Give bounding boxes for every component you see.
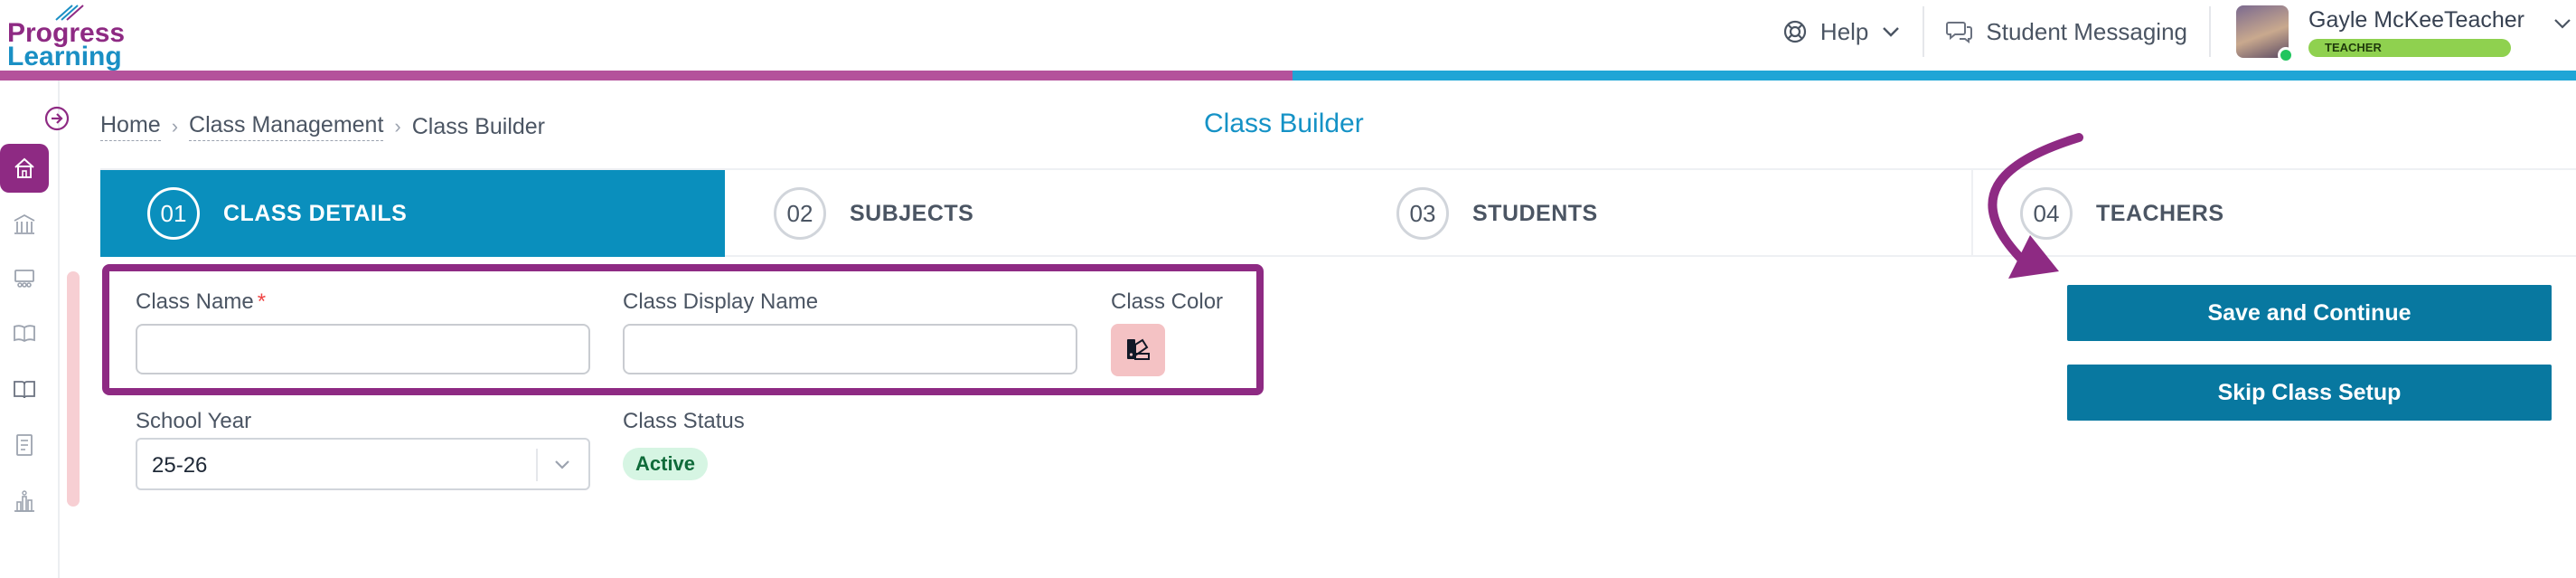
brand-bar-blue: [1293, 71, 2576, 81]
breadcrumb: Home › Class Management › Class Builder: [100, 112, 545, 141]
brand-bar-purple: [0, 71, 1293, 81]
step-number: 02: [774, 187, 826, 240]
class-color-label: Class Color: [1111, 289, 1224, 314]
book-icon: [14, 381, 35, 399]
step-label: CLASS DETAILS: [223, 200, 408, 226]
class-name-input[interactable]: [136, 324, 590, 374]
logo-text-learning: Learning: [7, 42, 122, 71]
school-year-value: 25-26: [152, 453, 208, 478]
role-badge: TEACHER: [2308, 38, 2511, 57]
chevron-right-icon: ›: [171, 115, 179, 137]
sidebar-item-analytics[interactable]: [0, 477, 49, 526]
chat-bubbles-icon: [1946, 22, 1973, 43]
step-number: 01: [147, 187, 200, 240]
book-open-icon: [14, 325, 35, 343]
analytics-icon: [14, 490, 34, 512]
select-divider: [536, 449, 538, 481]
user-info: Gayle McKeeTeacher TEACHER: [2308, 7, 2552, 57]
step-subjects[interactable]: 02 SUBJECTS: [774, 170, 973, 257]
class-display-name-input[interactable]: [623, 324, 1077, 374]
chevron-down-icon: [2554, 19, 2571, 29]
header-actions: Help Student Messaging Gayle McKeeTeache…: [1761, 0, 2576, 63]
step-students[interactable]: 03 STUDENTS: [1396, 170, 1598, 257]
classroom-icon: [14, 270, 34, 288]
annotation-arrow-icon: [1988, 133, 2083, 279]
chevron-down-icon: [1883, 27, 1900, 37]
breadcrumb-current: Class Builder: [411, 113, 546, 139]
sidebar-item-assignments[interactable]: [0, 365, 49, 413]
breadcrumb-class-management[interactable]: Class Management: [189, 112, 384, 141]
top-header: Progress Learning Help Student Messaging…: [0, 0, 2576, 72]
lifebuoy-icon: [1783, 20, 1807, 43]
arrow-right-circle-icon: [44, 106, 70, 131]
expand-sidebar-button[interactable]: [33, 102, 81, 135]
sidebar-item-reports[interactable]: [0, 421, 49, 469]
class-color-picker-button[interactable]: [1111, 324, 1165, 376]
color-swatch-icon: [1127, 338, 1150, 360]
home-icon: [14, 157, 34, 178]
sidebar-scrollbar[interactable]: [67, 271, 80, 507]
online-status-dot: [2278, 47, 2294, 63]
step-label: TEACHERS: [2096, 200, 2224, 226]
class-status-label: Class Status: [623, 409, 745, 433]
sidebar-item-library[interactable]: [0, 308, 49, 357]
school-year-select[interactable]: 25-26: [136, 438, 590, 490]
class-builder-stepper: 01 CLASS DETAILS 02 SUBJECTS 03 STUDENTS…: [100, 168, 2576, 257]
avatar: [2236, 5, 2294, 63]
sidebar-item-classes[interactable]: [0, 254, 49, 303]
school-icon: [14, 213, 35, 234]
student-messaging-link[interactable]: Student Messaging: [1924, 6, 2209, 57]
left-sidebar: [0, 81, 70, 578]
progress-learning-logo[interactable]: Progress Learning: [7, 5, 134, 71]
sidebar-item-school[interactable]: [0, 200, 49, 249]
step-label: SUBJECTS: [850, 200, 974, 226]
help-menu[interactable]: Help: [1761, 6, 1923, 57]
brand-color-bar: [0, 71, 2576, 81]
help-label: Help: [1819, 17, 1869, 45]
report-icon: [16, 434, 33, 456]
page-title: Class Builder: [1204, 109, 1364, 138]
chevron-right-icon: ›: [394, 115, 401, 137]
user-name: Gayle McKeeTeacher: [2308, 6, 2525, 33]
class-name-label: Class Name *: [136, 289, 266, 315]
student-messaging-label: Student Messaging: [1986, 17, 2187, 45]
status-badge: Active: [623, 448, 709, 480]
step-class-details[interactable]: 01 CLASS DETAILS: [100, 170, 725, 257]
user-menu[interactable]: Gayle McKeeTeacher TEACHER: [2211, 0, 2576, 63]
save-and-continue-button[interactable]: Save and Continue: [2067, 285, 2552, 341]
required-marker: *: [257, 289, 267, 314]
breadcrumb-home[interactable]: Home: [100, 112, 161, 141]
step-label: STUDENTS: [1472, 200, 1598, 226]
school-year-label: School Year: [136, 409, 252, 433]
sidebar-item-home[interactable]: [0, 144, 49, 193]
class-display-name-label: Class Display Name: [623, 289, 819, 314]
chevron-down-icon: [555, 460, 569, 469]
skip-class-setup-button[interactable]: Skip Class Setup: [2067, 365, 2552, 421]
class-name-label-text: Class Name: [136, 289, 254, 314]
step-number: 03: [1396, 187, 1449, 240]
